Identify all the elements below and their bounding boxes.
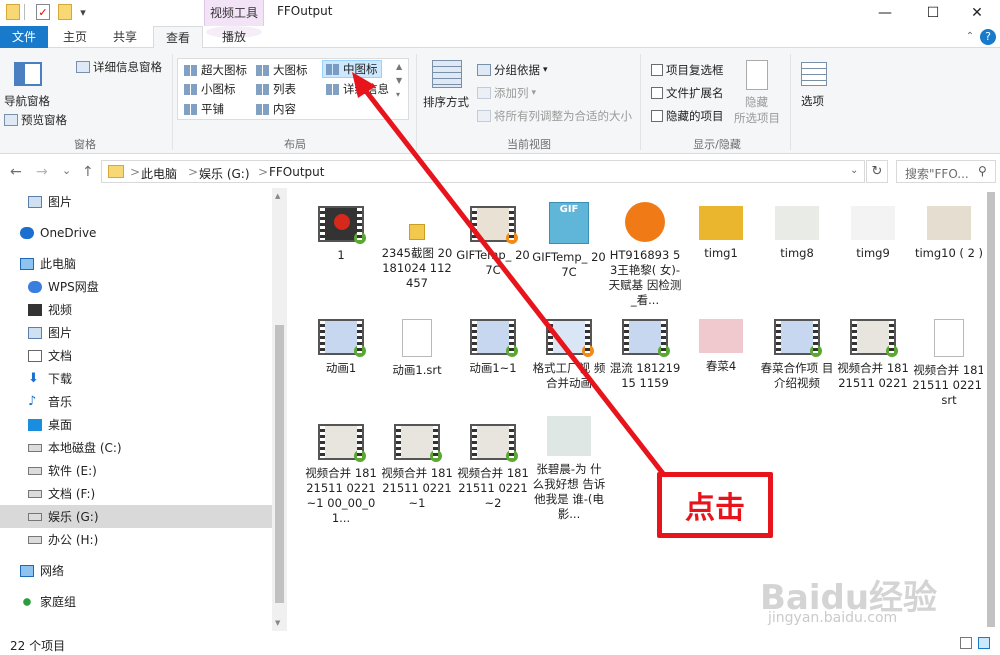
watermark-url: jingyan.baidu.com (768, 610, 898, 626)
annotation-callout: 点击 (657, 472, 773, 538)
annotation-arrow (352, 72, 670, 482)
